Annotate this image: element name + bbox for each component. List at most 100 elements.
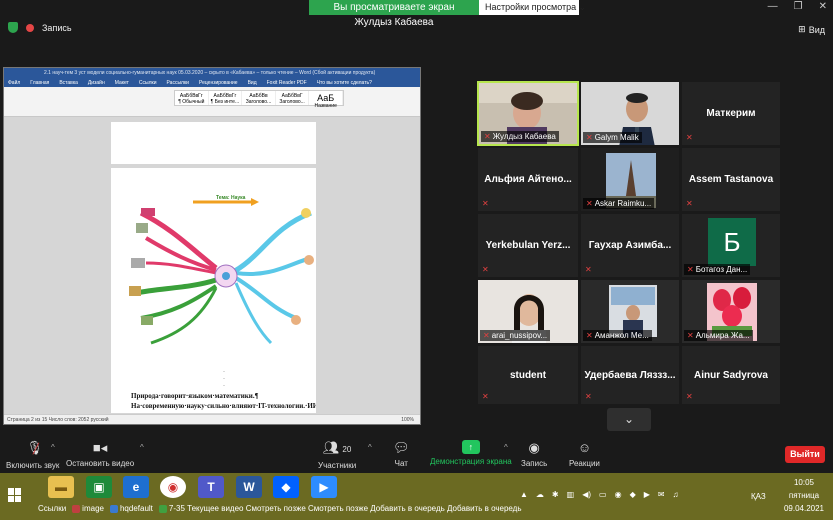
windows-start-icon[interactable] <box>8 488 22 502</box>
video-options-caret[interactable]: ^ <box>140 443 144 452</box>
mic-muted-icon: ✕ <box>482 199 489 208</box>
store-icon[interactable]: ▣ <box>86 476 112 498</box>
chat-icon: 💬︎ <box>393 440 410 455</box>
participant-name-tag: ✕ Альмира Жа... <box>684 330 753 341</box>
speaker-icon[interactable]: ♫ <box>673 490 679 499</box>
restore-button[interactable]: ❐ <box>794 1 803 12</box>
word-tab[interactable]: Вид <box>248 79 257 87</box>
date: 09.04.2021 <box>783 504 825 513</box>
stop-video-button[interactable]: ■◂ Остановить видео <box>66 440 134 468</box>
word-tab[interactable]: Рассылки <box>167 79 189 87</box>
zoom-tray-icon[interactable]: ▶ <box>644 490 650 499</box>
volume-icon[interactable]: ◀) <box>582 490 591 499</box>
view-options-dropdown[interactable]: Настройки просмотра ⌄ <box>479 0 586 15</box>
dropbox-tray-icon[interactable]: ◆ <box>630 490 636 499</box>
participant-tile[interactable]: Assem Tastanova ✕ <box>681 147 781 212</box>
shield-icon[interactable] <box>8 22 18 33</box>
mic-muted-icon: ✕ <box>686 133 693 142</box>
participant-tile[interactable]: Маткерим ✕ <box>681 81 781 146</box>
onedrive-icon[interactable]: ☁ <box>536 490 544 499</box>
word-icon[interactable]: W <box>236 476 262 498</box>
reactions-button[interactable]: ☺ Реакции <box>569 440 600 468</box>
word-tab[interactable]: Вставка <box>59 79 78 87</box>
battery-icon[interactable]: ▭ <box>599 490 607 499</box>
participant-tile[interactable]: Удербаева Ляззз... ✕ <box>580 345 680 405</box>
participant-tile[interactable]: ✕ Askar Raimku... <box>580 147 680 212</box>
language-indicator[interactable]: ҚАЗ <box>751 492 766 501</box>
teams-icon[interactable]: T <box>198 476 224 498</box>
notification-icon[interactable]: ✉ <box>658 490 665 499</box>
bluetooth-icon[interactable]: ✱ <box>552 490 559 499</box>
recording-icon <box>26 23 34 32</box>
chevron-down-icon: ⌄ <box>623 412 635 426</box>
view-button[interactable]: ⊞ Вид <box>798 24 825 35</box>
share-options-caret[interactable]: ^ <box>504 443 508 452</box>
edge-icon[interactable]: e <box>123 476 149 498</box>
style-heading-1[interactable]: АаБбВв Заголово... <box>242 91 276 105</box>
zoom-level: 100% <box>401 417 414 423</box>
participant-tile[interactable]: Альфия Айтено... ✕ <box>477 147 579 212</box>
participant-name-tag: ✕ Galym Malik <box>583 132 642 143</box>
word-tab[interactable]: Главная <box>30 79 49 87</box>
participant-name-tag: ✕ arai_nussipov... <box>480 330 551 341</box>
file-explorer-icon[interactable]: ▬ <box>48 476 74 498</box>
participant-name: Assem Tastanova <box>688 174 774 185</box>
mindmap-topic: Тема: Наука <box>216 195 246 201</box>
participants-options-caret[interactable]: ^ <box>368 443 372 452</box>
word-tab[interactable]: Что вы хотите сделать? <box>317 79 372 87</box>
zoom-icon[interactable]: ▶ <box>311 476 337 498</box>
word-tab[interactable]: Рецензирование <box>199 79 238 87</box>
participant-name-tag: ✕ Аманжол Ме... <box>583 330 652 341</box>
styles-gallery[interactable]: АаБбВвГг ¶ Обычный АаБбВвГг ¶ Без инте... … <box>174 90 344 109</box>
dropbox-icon[interactable]: ◆ <box>273 476 299 498</box>
word-tab[interactable]: Файл <box>8 79 20 87</box>
participant-tile[interactable]: ✕ Galym Malik <box>580 81 680 146</box>
audio-options-caret[interactable]: ^ <box>51 443 55 452</box>
chat-button[interactable]: 💬︎ Чат <box>393 440 410 468</box>
participant-tile[interactable]: ✕ Жулдыз Кабаева <box>477 81 579 146</box>
smiley-icon: ☺ <box>577 440 592 455</box>
link-item[interactable]: image <box>72 504 104 513</box>
chrome-tray-icon[interactable]: ◉ <box>615 490 622 499</box>
participant-tile[interactable]: Ainur Sadyrova ✕ <box>681 345 781 405</box>
participant-tile[interactable]: Гаухар Азимба... ✕ <box>580 213 680 278</box>
mindmap-image: Тема: Наука · · · <box>129 195 314 389</box>
participant-tile[interactable]: ✕ Альмира Жа... <box>681 279 781 344</box>
word-tab[interactable]: Ссылки <box>139 79 157 87</box>
style-heading-2[interactable]: АаБбВвГ Заголово... <box>276 91 310 105</box>
minimize-button[interactable]: — <box>768 1 778 12</box>
participant-tile[interactable]: ✕ arai_nussipov... <box>477 279 579 344</box>
style-no-spacing[interactable]: АаБбВвГг ¶ Без инте... <box>209 91 243 105</box>
word-tab[interactable]: Макет <box>115 79 129 87</box>
participant-tile[interactable]: ✕ Аманжол Ме... <box>580 279 680 344</box>
mic-muted-icon: ✕ <box>686 392 693 401</box>
share-screen-button[interactable]: ↑ Демонстрация экрана <box>430 440 512 466</box>
document-paragraph: На·современную·науку·сильно·влияют·IT-те… <box>131 402 316 410</box>
word-tab[interactable]: Foxit Reader PDF <box>267 79 307 87</box>
drive-icon[interactable]: ▲ <box>520 490 528 499</box>
participants-button[interactable]: 👥︎ 20 Участники <box>318 440 356 470</box>
document-page[interactable]: Тема: Наука · · · Природа·говорит·языком… <box>111 168 316 413</box>
participant-name-tag: ✕ Askar Raimku... <box>583 198 655 209</box>
style-title[interactable]: АаБ Название <box>309 91 343 109</box>
participant-tile[interactable]: Б ✕ Ботагоз Дан... <box>681 213 781 278</box>
reactions-label: Реакции <box>569 459 600 468</box>
style-normal[interactable]: АаБбВвГг ¶ Обычный <box>175 91 209 105</box>
participant-tile[interactable]: student ✕ <box>477 345 579 405</box>
leave-button[interactable]: Выйти <box>785 446 825 463</box>
chrome-icon[interactable]: ◉ <box>160 476 186 498</box>
word-tab[interactable]: Дизайн <box>88 79 105 87</box>
time: 10:05 <box>793 478 815 487</box>
network-icon[interactable]: ▥ <box>567 490 575 499</box>
next-page-button[interactable]: ⌄ <box>607 408 651 431</box>
word-status-bar: Страница 2 из 15 Число слов: 2052 русски… <box>4 414 420 424</box>
share-screen-label: Демонстрация экрана <box>430 457 512 466</box>
clock[interactable]: 10:05 пятница 09.04.2021 <box>779 476 829 515</box>
shared-screen[interactable]: 2.1 науч-тем 3 уст модели социально-гума… <box>3 67 421 425</box>
participant-tile[interactable]: Yerkebulan Yerz... ✕ <box>477 213 579 278</box>
links-label: Ссылки <box>38 504 67 513</box>
link-item[interactable]: hqdefault <box>109 504 153 513</box>
link-item[interactable]: 7-35 Текущее видео Смотреть позже Смотре… <box>158 504 522 513</box>
record-button[interactable]: ◉ Запись <box>521 440 547 468</box>
close-button[interactable]: ✕ <box>819 1 827 12</box>
